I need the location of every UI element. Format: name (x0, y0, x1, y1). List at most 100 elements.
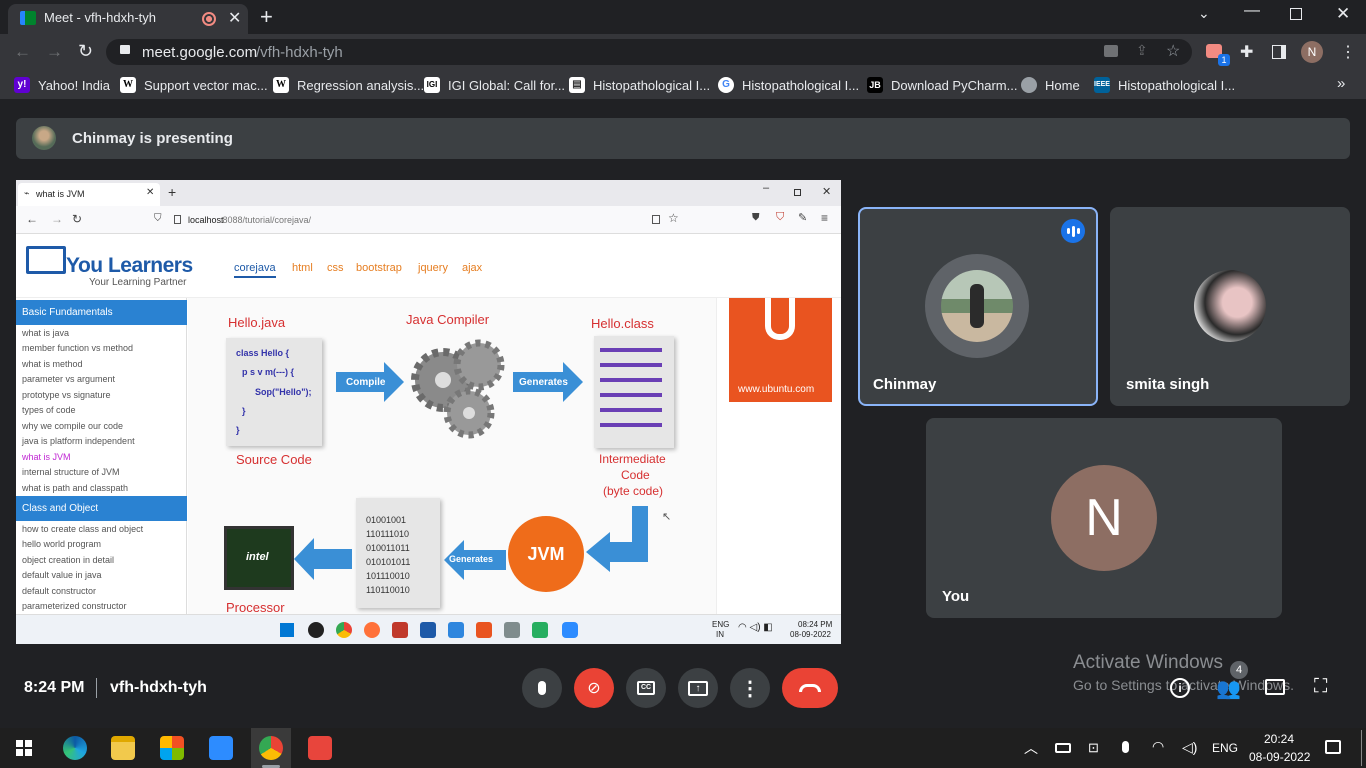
microphone-button[interactable] (522, 668, 562, 708)
bookmark-item[interactable]: W Support vector mac... (120, 77, 268, 93)
app-icon[interactable] (308, 736, 332, 760)
captions-button[interactable]: CC (626, 668, 666, 708)
shared-tab-title: what is JVM (36, 189, 85, 199)
captions-icon: CC (637, 681, 655, 695)
bookmark-item[interactable]: y! Yahoo! India (14, 77, 110, 93)
java-compiler-label: Java Compiler (406, 312, 490, 327)
store-icon[interactable] (160, 736, 184, 760)
sidebar-section-header: Class and Object (16, 496, 187, 521)
shared-url-rest: :8088/tutorial/corejava/ (220, 215, 312, 225)
participant-name: You (942, 588, 970, 605)
sidebar-link: object creation in detail (22, 555, 115, 565)
tray-date[interactable]: 08-09-2022 (1249, 750, 1310, 764)
binary-line: 101110010 (366, 571, 410, 581)
tray-battery-icon[interactable] (1055, 743, 1071, 753)
camera-app-icon[interactable] (209, 736, 233, 760)
recording-icon (202, 12, 216, 26)
tab-search-icon[interactable]: ⌄ (1198, 5, 1210, 22)
bookmark-item[interactable]: G Histopathological I... (718, 77, 859, 93)
nav-css: css (327, 262, 344, 274)
tray-volume-icon[interactable]: ◁) (1182, 739, 1197, 756)
bookmark-item[interactable]: IEEE Histopathological I... (1094, 77, 1235, 93)
processor-chip-icon: intel (224, 526, 294, 590)
code-line: class Hello { (236, 348, 290, 358)
address-bar[interactable]: meet.google.com /vfh-hdxh-tyh ⇪ ☆ (106, 39, 1192, 65)
bookmark-item[interactable]: JB Download PyCharm... (867, 77, 1017, 93)
shared-forward-icon: → (51, 212, 63, 226)
new-tab-icon[interactable]: + (260, 4, 273, 30)
google-icon: G (718, 77, 734, 93)
bookmark-item[interactable]: IGI IGI Global: Call for... (424, 77, 565, 93)
binary-line: 010101011 (366, 557, 411, 567)
site-logo-tagline: Your Learning Partner (89, 277, 187, 288)
bookmarks-overflow-icon[interactable]: » (1337, 75, 1345, 92)
activities-icon[interactable]: ⛶ (1314, 676, 1327, 698)
edge-icon[interactable] (63, 736, 87, 760)
window-close-icon[interactable]: ✕ (1336, 4, 1350, 24)
bookmark-item[interactable]: Home (1021, 77, 1080, 93)
back-icon[interactable]: ← (14, 42, 31, 62)
share-icon[interactable]: ⇪ (1136, 42, 1148, 59)
extensions-puzzle-icon[interactable]: ✚ (1240, 42, 1253, 62)
bookmark-item[interactable]: W Regression analysis... (273, 77, 424, 93)
tab-close-icon[interactable]: ✕ (228, 8, 241, 28)
browser-tab[interactable]: Meet - vfh-hdxh-tyh ✕ (8, 4, 248, 34)
shared-app-icon (336, 622, 352, 638)
activate-windows-title: Activate Windows (1073, 652, 1223, 673)
generates-label: Generates (519, 377, 568, 388)
bookmark-item[interactable]: ▤ Histopathological I... (569, 77, 710, 93)
profile-avatar[interactable]: N (1301, 41, 1323, 63)
minimize-icon[interactable]: — (1244, 2, 1260, 20)
igi-icon: IGI (424, 77, 440, 93)
meet-favicon-icon (20, 11, 36, 25)
ubuntu-url: www.ubuntu.com (738, 384, 815, 395)
processor-label: Processor (226, 600, 285, 615)
side-panel-icon[interactable] (1272, 45, 1286, 59)
site-logo-icon (26, 246, 66, 274)
browser-menu-icon[interactable]: ⋮ (1340, 42, 1356, 62)
shared-app-icon (562, 622, 578, 638)
shared-tab: ⌁ what is JVM ✕ (18, 183, 160, 206)
bookmark-star-icon[interactable]: ☆ (1166, 41, 1180, 61)
shared-toolbar (16, 206, 841, 234)
shared-restore-icon (794, 189, 801, 196)
site-logo-text: You Learners (66, 254, 193, 277)
nav-corejava: corejava (234, 262, 276, 278)
camera-button[interactable]: ⊘ (574, 668, 614, 708)
reload-icon[interactable]: ↻ (78, 41, 93, 62)
more-options-button[interactable]: ⋮ (730, 668, 770, 708)
meeting-details-icon[interactable]: i (1170, 678, 1190, 698)
present-button[interactable]: ↑ (678, 668, 718, 708)
globe-icon (1021, 77, 1037, 93)
tab-title: Meet - vfh-hdxh-tyh (44, 10, 156, 25)
leave-call-button[interactable] (782, 668, 838, 708)
document-icon: ▤ (569, 77, 585, 93)
tray-wifi-icon[interactable]: ◠ (1152, 738, 1164, 755)
tray-meet-icon[interactable]: ⊡ (1088, 740, 1099, 756)
windows-start-icon[interactable] (16, 740, 32, 756)
camera-blocked-icon[interactable] (1104, 45, 1118, 57)
sidebar-link: java is platform independent (22, 436, 135, 446)
notifications-icon[interactable] (1325, 740, 1341, 754)
sidebar-link: prototype vs signature (22, 390, 111, 400)
people-icon[interactable]: 👥 (1216, 676, 1241, 701)
chat-icon[interactable] (1265, 679, 1285, 695)
code-line: Sop("Hello"); (255, 387, 312, 397)
tray-language[interactable]: ENG (1212, 741, 1238, 755)
sidebar-section-header: Basic Fundamentals (16, 300, 187, 325)
binary-line: 110111010 (366, 529, 410, 539)
chrome-icon[interactable] (259, 736, 283, 760)
forward-icon[interactable]: → (46, 42, 63, 62)
show-desktop-strip[interactable] (1361, 730, 1362, 766)
yahoo-icon: y! (14, 77, 30, 93)
tray-mic-icon[interactable] (1122, 741, 1129, 753)
tray-time[interactable]: 20:24 (1264, 732, 1294, 746)
shared-reload-icon: ↻ (72, 212, 83, 226)
file-explorer-icon[interactable] (111, 736, 135, 760)
tray-chevron-icon[interactable]: ︿ (1024, 738, 1038, 758)
sidebar-link: member function vs method (22, 343, 134, 353)
camera-off-icon: ⊘ (587, 680, 601, 697)
restore-icon[interactable] (1290, 8, 1302, 20)
divider (96, 678, 97, 698)
sidebar-link: parameter vs argument (22, 374, 116, 384)
